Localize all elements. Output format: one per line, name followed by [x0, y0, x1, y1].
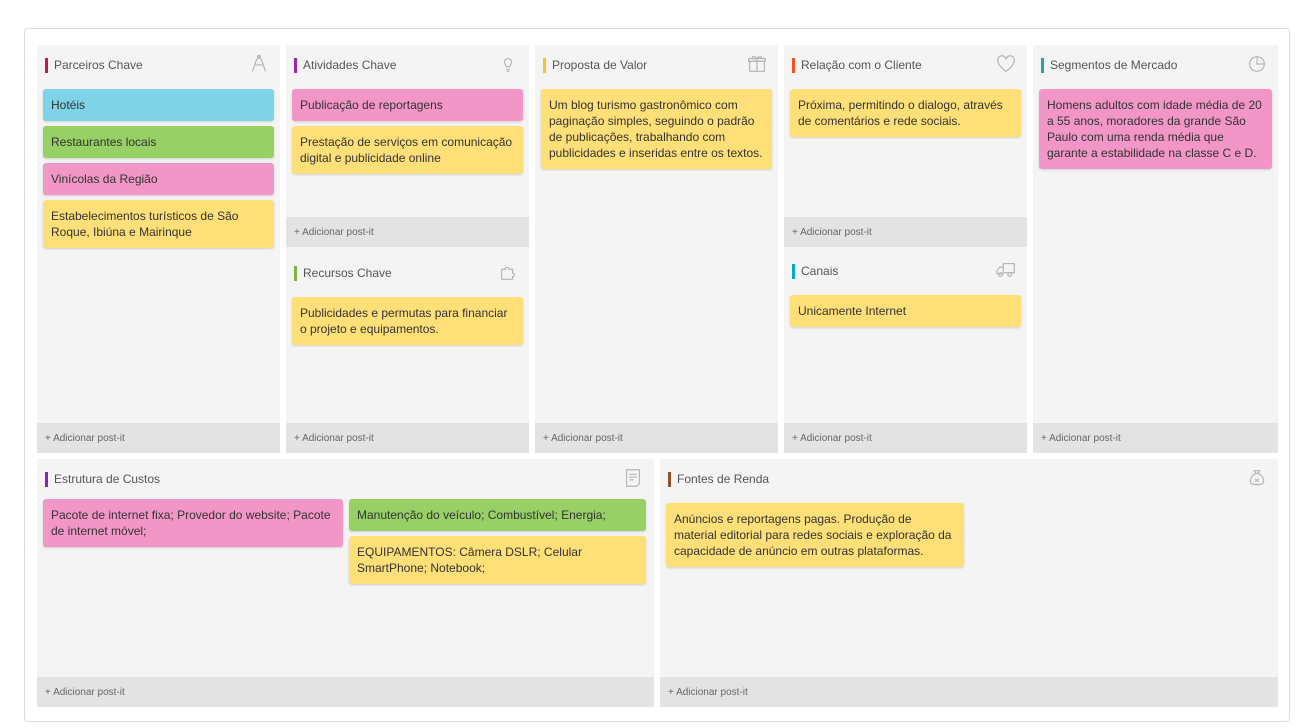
- heart-icon: [995, 53, 1017, 75]
- section-header: Estrutura de Custos: [37, 459, 654, 499]
- notes-list: Publicação de reportagens Prestação de se…: [286, 85, 529, 174]
- section-atividades-chave: Atividades Chave Publicação de reportage…: [286, 45, 529, 453]
- accent-bar: [668, 471, 671, 487]
- add-postit-button[interactable]: + Adicionar post-it: [1033, 423, 1278, 453]
- pie-chart-icon: [1246, 53, 1268, 75]
- section-header: Recursos Chave: [286, 253, 529, 293]
- money-bag-icon: [1246, 467, 1268, 489]
- section-fontes-de-renda: Fontes de Renda Anúncios e reportagens p…: [660, 459, 1278, 707]
- accent-bar: [45, 471, 48, 487]
- section-recursos-chave: Recursos Chave Publicidades e permutas p…: [286, 253, 529, 350]
- section-title: Fontes de Renda: [677, 472, 770, 486]
- accent-bar: [294, 265, 297, 281]
- postit-note[interactable]: Estabelecimentos turísticos de São Roque…: [43, 200, 274, 248]
- puzzle-icon: [497, 261, 519, 283]
- postit-note[interactable]: Anúncios e reportagens pagas. Produção d…: [666, 503, 964, 567]
- section-header: Segmentos de Mercado: [1033, 45, 1278, 85]
- postit-note[interactable]: Um blog turismo gastronômico com paginaç…: [541, 89, 772, 169]
- handshake-icon: [248, 53, 270, 75]
- truck-icon: [995, 259, 1017, 281]
- postit-note[interactable]: Publicação de reportagens: [292, 89, 523, 121]
- section-title: Recursos Chave: [303, 266, 392, 280]
- postit-note[interactable]: Prestação de serviços em comunicação dig…: [292, 126, 523, 174]
- add-postit-button[interactable]: + Adicionar post-it: [286, 217, 529, 247]
- section-relacao-com-o-cliente: Relação com o Cliente Próxima, permitind…: [784, 45, 1027, 453]
- add-postit-button[interactable]: + Adicionar post-it: [37, 423, 280, 453]
- section-estrutura-de-custos: Estrutura de Custos Pacote de internet f…: [37, 459, 654, 707]
- section-title: Proposta de Valor: [552, 58, 648, 72]
- lightbulb-icon: [497, 53, 519, 75]
- notes-list: Anúncios e reportagens pagas. Produção d…: [660, 499, 970, 567]
- add-postit-button[interactable]: + Adicionar post-it: [286, 423, 529, 453]
- postit-note[interactable]: Publicidades e permutas para financiar o…: [292, 297, 523, 345]
- add-postit-button[interactable]: + Adicionar post-it: [535, 423, 778, 453]
- accent-bar: [45, 57, 48, 73]
- postit-note[interactable]: Próxima, permitindo o dialogo, através d…: [790, 89, 1021, 137]
- accent-bar: [792, 57, 795, 73]
- postit-note[interactable]: Hotéis: [43, 89, 274, 121]
- postit-note[interactable]: Pacote de internet fixa; Provedor do web…: [43, 499, 343, 547]
- accent-bar: [543, 57, 546, 73]
- notes-list: Unicamente Internet: [784, 291, 1027, 327]
- notes-list-right: Manutenção do veículo; Combustível; Ener…: [349, 499, 646, 589]
- accent-bar: [1041, 57, 1044, 73]
- section-header: Relação com o Cliente: [784, 45, 1027, 85]
- notes-list: Homens adultos com idade média de 20 a 5…: [1033, 85, 1278, 169]
- section-title: Segmentos de Mercado: [1050, 58, 1178, 72]
- canvas-board: Parceiros Chave Hotéis Restaurantes locai…: [24, 28, 1290, 722]
- add-postit-button[interactable]: + Adicionar post-it: [784, 217, 1027, 247]
- notes-list: Hotéis Restaurantes locais Vinícolas da Re…: [37, 85, 280, 248]
- postit-note[interactable]: Homens adultos com idade média de 20 a 5…: [1039, 89, 1272, 169]
- section-title: Estrutura de Custos: [54, 472, 161, 486]
- add-postit-button[interactable]: + Adicionar post-it: [37, 677, 654, 707]
- section-segmentos-de-mercado: Segmentos de Mercado Homens adultos com …: [1033, 45, 1278, 453]
- section-parceiros-chave: Parceiros Chave Hotéis Restaurantes locai…: [37, 45, 280, 453]
- section-header: Atividades Chave: [286, 45, 529, 85]
- add-postit-button[interactable]: + Adicionar post-it: [660, 677, 1278, 707]
- notes-list: Um blog turismo gastronômico com paginaç…: [535, 85, 778, 169]
- postit-note[interactable]: Restaurantes locais: [43, 126, 274, 158]
- section-proposta-de-valor: Proposta de Valor Um blog turismo gastro…: [535, 45, 778, 453]
- gift-icon: [746, 53, 768, 75]
- notes-list: Publicidades e permutas para financiar o…: [286, 293, 529, 345]
- notes-list-left: Pacote de internet fixa; Provedor do web…: [43, 499, 343, 589]
- section-canais: Canais Unicamente Internet: [784, 251, 1027, 332]
- accent-bar: [294, 57, 297, 73]
- postit-note[interactable]: Vinícolas da Região: [43, 163, 274, 195]
- section-header: Fontes de Renda: [660, 459, 1278, 499]
- notes-list: Próxima, permitindo o dialogo, através d…: [784, 85, 1027, 137]
- add-postit-button[interactable]: + Adicionar post-it: [784, 423, 1027, 453]
- section-title: Atividades Chave: [303, 58, 397, 72]
- section-title: Parceiros Chave: [54, 58, 143, 72]
- section-header: Parceiros Chave: [37, 45, 280, 85]
- postit-note[interactable]: Manutenção do veículo; Combustível; Ener…: [349, 499, 646, 531]
- postit-note[interactable]: EQUIPAMENTOS: Câmera DSLR; Celular Smart…: [349, 536, 646, 584]
- section-header: Canais: [784, 251, 1027, 291]
- accent-bar: [792, 263, 795, 279]
- section-title: Relação com o Cliente: [801, 58, 922, 72]
- receipt-icon: [622, 467, 644, 489]
- postit-note[interactable]: Unicamente Internet: [790, 295, 1021, 327]
- section-header: Proposta de Valor: [535, 45, 778, 85]
- section-title: Canais: [801, 264, 839, 278]
- notes-columns: Pacote de internet fixa; Provedor do web…: [37, 499, 654, 589]
